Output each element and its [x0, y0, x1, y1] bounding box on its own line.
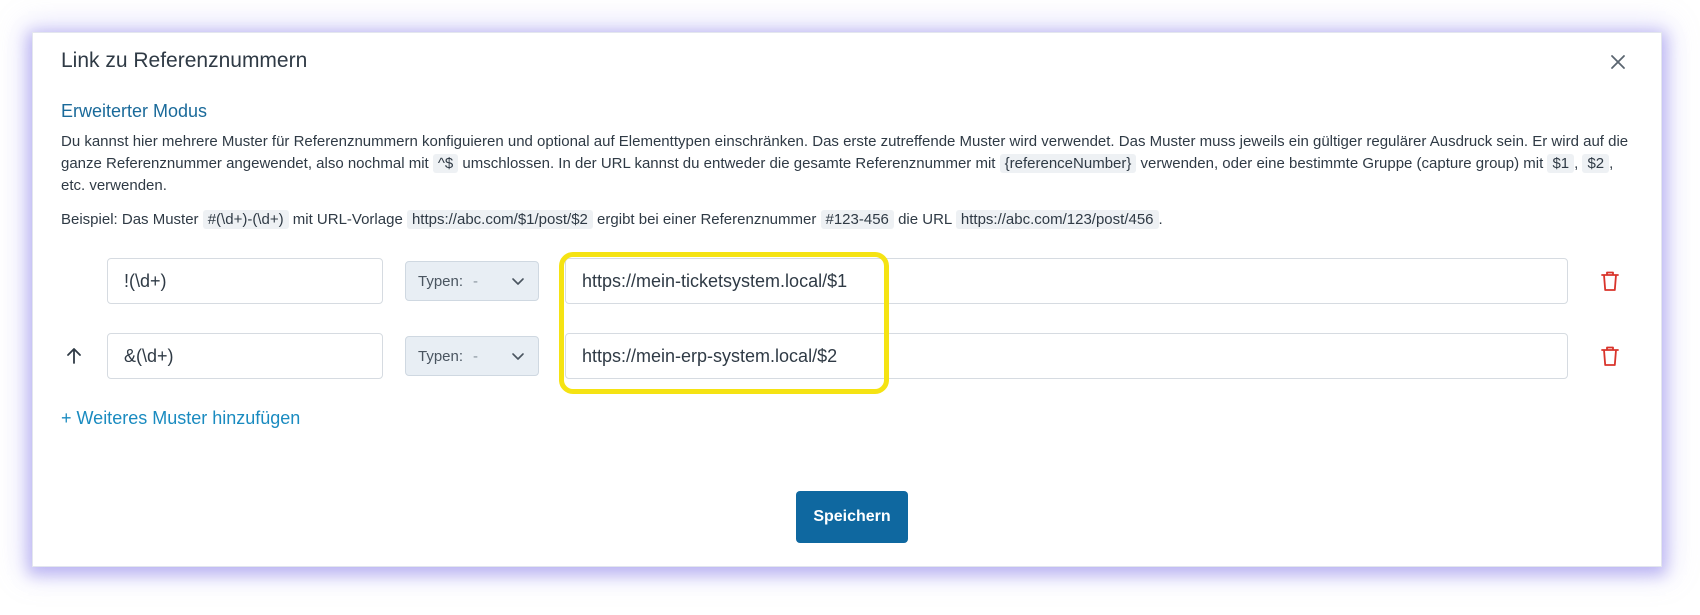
- code-snippet: https://abc.com/$1/post/$2: [406, 210, 593, 229]
- trash-icon: [1601, 271, 1619, 291]
- types-value: -: [473, 347, 479, 365]
- chevron-down-icon: [512, 278, 524, 285]
- add-pattern-link[interactable]: + Weiteres Muster hinzufügen: [61, 408, 300, 429]
- reference-link-modal: Link zu Referenznummern Erweiterter Modu…: [32, 32, 1662, 567]
- description-text: Du kannst hier mehrere Muster für Refere…: [61, 131, 1631, 197]
- code-snippet: $1: [1547, 154, 1575, 173]
- code-snippet: $2: [1582, 154, 1610, 173]
- example-part: .: [1158, 211, 1163, 228]
- stage: Link zu Referenznummern Erweiterter Modu…: [0, 0, 1700, 615]
- save-button[interactable]: Speichern: [796, 491, 908, 543]
- example-part: ergibt bei einer Referenznummer: [592, 211, 821, 228]
- types-label: Typen:: [418, 347, 464, 365]
- pattern-row: Typen: -: [33, 258, 1663, 304]
- example-text: Beispiel: Das Muster #(\d+)-(\d+) mit UR…: [61, 209, 1631, 231]
- example-part: Beispiel: Das Muster: [61, 211, 203, 228]
- code-snippet: #123-456: [820, 210, 894, 229]
- url-template-input[interactable]: [565, 258, 1568, 304]
- arrow-up-icon: [67, 348, 81, 364]
- pattern-row: Typen: -: [33, 333, 1663, 379]
- code-snippet: https://abc.com/123/post/456: [955, 210, 1159, 229]
- close-button[interactable]: [1605, 49, 1631, 75]
- code-snippet: ^$: [432, 154, 459, 173]
- trash-icon: [1601, 346, 1619, 366]
- types-select[interactable]: Typen: -: [405, 261, 539, 301]
- chevron-down-icon: [512, 353, 524, 360]
- pattern-input[interactable]: [107, 258, 383, 304]
- close-icon: [1611, 55, 1625, 69]
- types-select[interactable]: Typen: -: [405, 336, 539, 376]
- modal-title: Link zu Referenznummern: [61, 49, 308, 72]
- description-part: verwenden, oder eine bestimmte Gruppe (c…: [1136, 155, 1548, 172]
- url-template-input[interactable]: [565, 333, 1568, 379]
- delete-pattern-button[interactable]: [1597, 343, 1623, 369]
- example-part: die URL: [893, 211, 956, 228]
- description-part: umschlossen. In der URL kannst du entwed…: [458, 155, 1000, 172]
- types-value: -: [473, 272, 479, 290]
- pattern-input[interactable]: [107, 333, 383, 379]
- section-title: Erweiterter Modus: [61, 101, 208, 121]
- code-snippet: {referenceNumber}: [999, 154, 1137, 173]
- code-snippet: #(\d+)-(\d+): [202, 210, 289, 229]
- example-part: mit URL-Vorlage: [288, 211, 407, 228]
- types-label: Typen:: [418, 272, 464, 290]
- delete-pattern-button[interactable]: [1597, 268, 1623, 294]
- move-up-button[interactable]: [63, 345, 85, 367]
